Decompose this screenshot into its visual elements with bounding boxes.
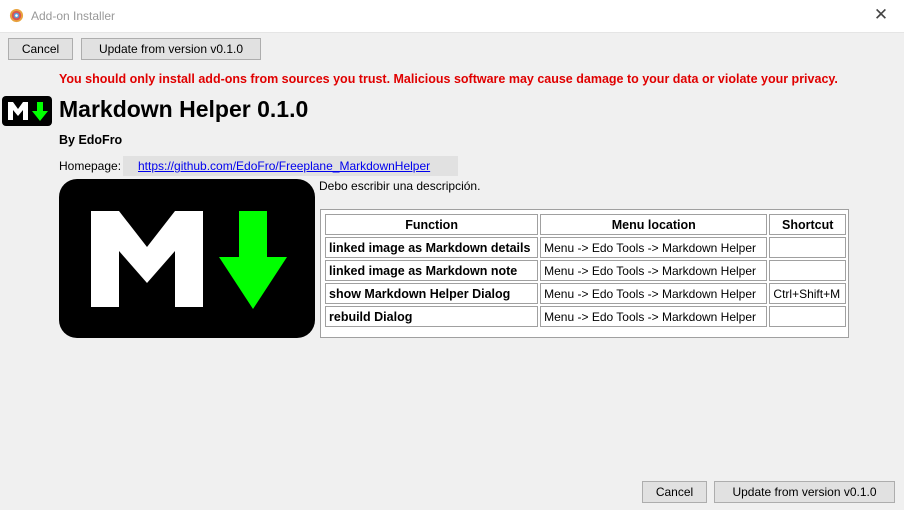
- trust-warning: You should only install add-ons from sou…: [59, 72, 838, 86]
- header-menu-location: Menu location: [540, 214, 768, 235]
- functions-table: Function Menu location Shortcut linked i…: [320, 209, 849, 338]
- menu-location-cell: Menu -> Edo Tools -> Markdown Helper: [540, 306, 768, 327]
- table-row: linked image as Markdown details Menu ->…: [325, 237, 846, 258]
- header-shortcut: Shortcut: [769, 214, 846, 235]
- addon-author: By EdoFro: [59, 133, 123, 147]
- table-row: linked image as Markdown note Menu -> Ed…: [325, 260, 846, 281]
- menu-location-cell: Menu -> Edo Tools -> Markdown Helper: [540, 260, 768, 281]
- functions-table-grid: Function Menu location Shortcut linked i…: [323, 212, 848, 329]
- title-bar: Add-on Installer ✕: [0, 0, 904, 33]
- close-button[interactable]: ✕: [858, 0, 904, 32]
- function-cell: linked image as Markdown note: [325, 260, 539, 281]
- menu-location-cell: Menu -> Edo Tools -> Markdown Helper: [540, 283, 768, 304]
- update-button-top[interactable]: Update from version v0.1.0: [81, 38, 261, 60]
- table-header-row: Function Menu location Shortcut: [325, 214, 846, 235]
- shortcut-cell: [769, 260, 846, 281]
- table-row: show Markdown Helper Dialog Menu -> Edo …: [325, 283, 846, 304]
- freeplane-app-icon: [9, 8, 24, 23]
- markdown-logo-large: [59, 179, 315, 338]
- function-cell: rebuild Dialog: [325, 306, 539, 327]
- update-button-bottom[interactable]: Update from version v0.1.0: [714, 481, 895, 503]
- menu-location-cell: Menu -> Edo Tools -> Markdown Helper: [540, 237, 768, 258]
- cancel-button-top[interactable]: Cancel: [8, 38, 73, 60]
- function-cell: linked image as Markdown details: [325, 237, 539, 258]
- window-title: Add-on Installer: [31, 9, 116, 23]
- shortcut-cell: [769, 306, 846, 327]
- markdown-logo-icon: [2, 96, 52, 126]
- homepage-label: Homepage:: [59, 159, 122, 173]
- shortcut-cell: [769, 237, 846, 258]
- table-row: rebuild Dialog Menu -> Edo Tools -> Mark…: [325, 306, 846, 327]
- cancel-button-bottom[interactable]: Cancel: [642, 481, 707, 503]
- addon-title: Markdown Helper 0.1.0: [59, 96, 309, 122]
- header-function: Function: [325, 214, 539, 235]
- homepage-link[interactable]: https://github.com/EdoFro/Freeplane_Mark…: [123, 156, 458, 176]
- shortcut-cell: Ctrl+Shift+M: [769, 283, 846, 304]
- addon-description: Debo escribir una descripción.: [319, 179, 481, 193]
- function-cell: show Markdown Helper Dialog: [325, 283, 539, 304]
